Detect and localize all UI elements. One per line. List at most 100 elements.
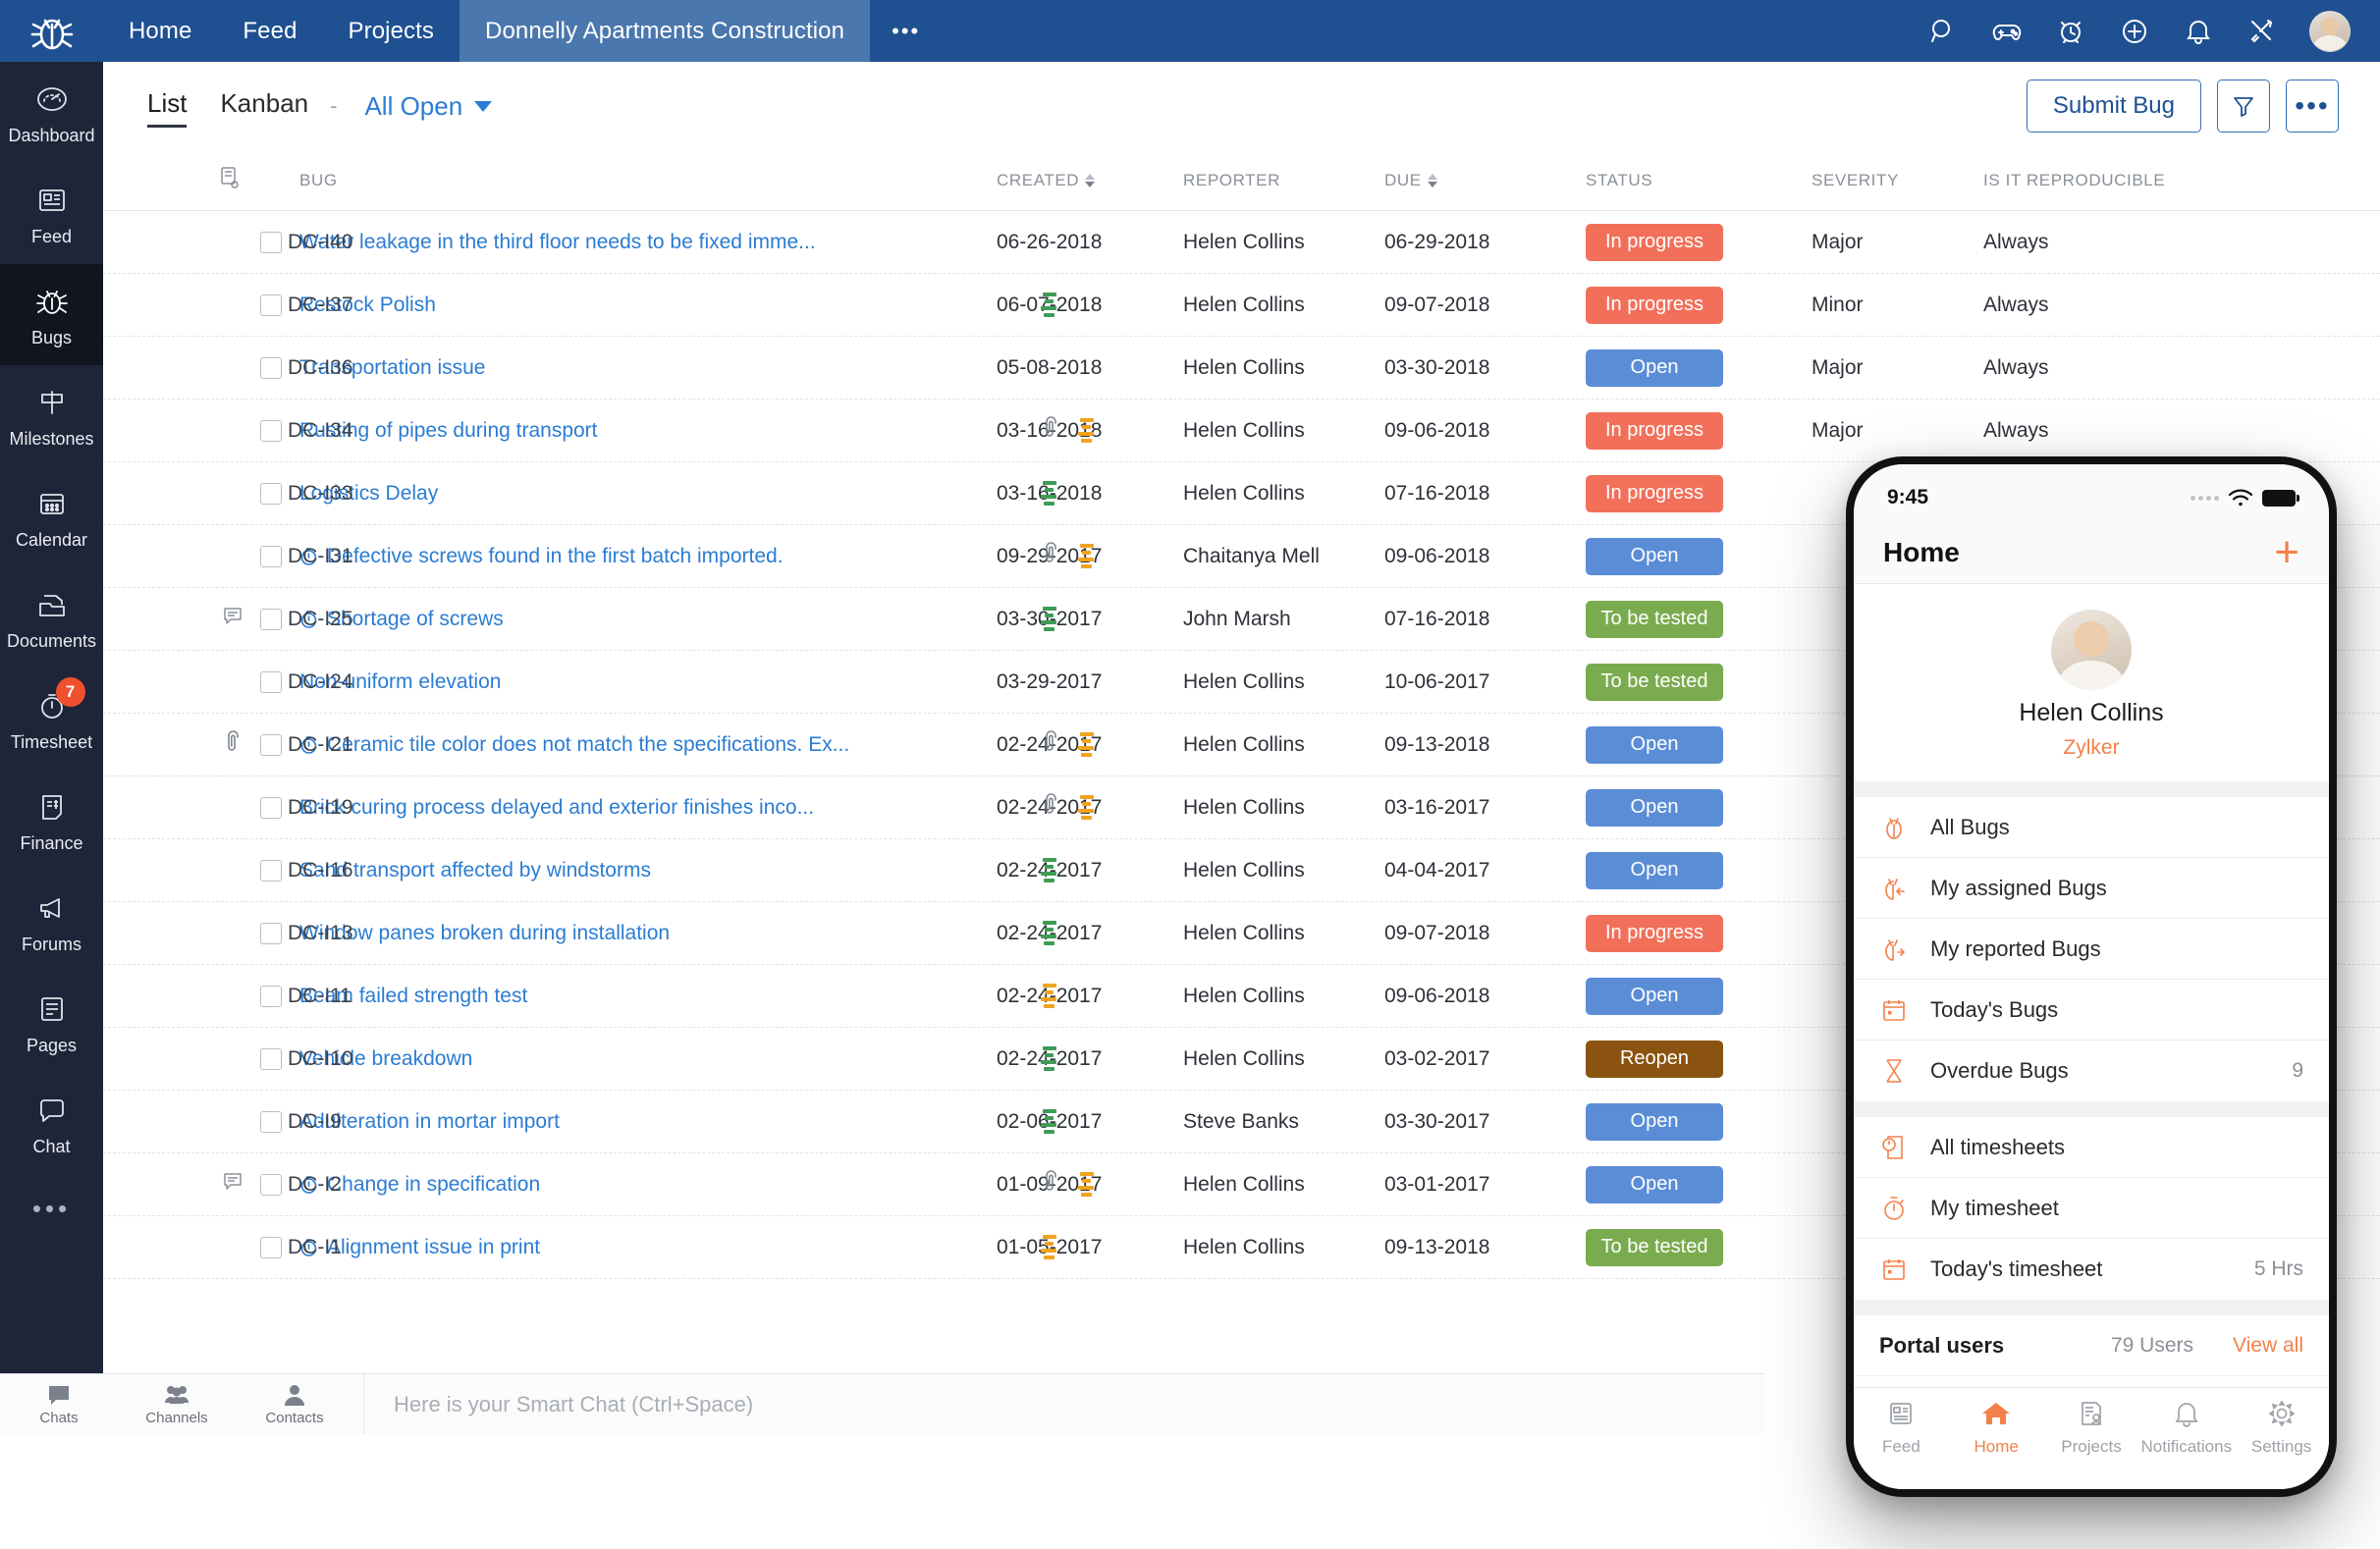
row-checkbox[interactable] <box>260 294 282 316</box>
list-item[interactable]: My timesheet <box>1854 1178 2329 1239</box>
tools-icon[interactable] <box>2245 15 2279 48</box>
tab-kanban[interactable]: Kanban <box>220 88 308 125</box>
sidebar-item-milestones[interactable]: Milestones <box>0 365 103 466</box>
table-row[interactable]: DC-I40 Water leakage in the third floor … <box>103 211 2380 274</box>
column-header-due[interactable]: DUE <box>1384 171 1586 190</box>
bug-title-link[interactable]: Window panes broken during installation <box>299 922 670 945</box>
status-badge[interactable]: In progress <box>1586 411 1723 450</box>
sidebar-item-bugs[interactable]: Bugs <box>0 264 103 365</box>
status-badge[interactable]: In progress <box>1586 286 1723 324</box>
topnav-item-home[interactable]: Home <box>103 0 217 62</box>
row-checkbox[interactable] <box>260 796 282 819</box>
row-checkbox[interactable] <box>260 1047 282 1070</box>
status-badge[interactable]: To be tested <box>1586 600 1723 638</box>
phone-tab-settings[interactable]: Settings <box>2234 1400 2329 1457</box>
chat-tile-channels[interactable]: Channels <box>118 1383 236 1426</box>
row-checkbox[interactable] <box>260 231 282 253</box>
row-checkbox[interactable] <box>260 1110 282 1133</box>
bug-title-link[interactable]: Water leakage in the third floor needs t… <box>299 231 816 254</box>
attachment-icon[interactable] <box>223 730 243 759</box>
portal-users-row[interactable]: Portal users 79 Users View all <box>1854 1315 2329 1376</box>
status-badge[interactable]: To be tested <box>1586 663 1723 701</box>
sidebar-more-icon[interactable]: ••• <box>0 1174 103 1243</box>
list-item[interactable]: All timesheets <box>1854 1117 2329 1178</box>
row-checkbox[interactable] <box>260 670 282 693</box>
status-badge[interactable]: Open <box>1586 977 1723 1015</box>
ellipsis-icon[interactable]: ••• <box>2286 80 2339 133</box>
portal-users-view-all[interactable]: View all <box>2233 1334 2303 1358</box>
tab-list[interactable]: List <box>147 88 188 128</box>
sidebar-item-calendar[interactable]: Calendar <box>0 466 103 567</box>
row-checkbox[interactable] <box>260 985 282 1007</box>
status-badge[interactable]: Open <box>1586 537 1723 575</box>
topnav-overflow-icon[interactable]: ••• <box>870 0 942 62</box>
row-checkbox[interactable] <box>260 1173 282 1196</box>
status-badge[interactable]: In progress <box>1586 223 1723 261</box>
chat-tile-chats[interactable]: Chats <box>0 1383 118 1426</box>
table-row[interactable]: DC-I37 Restock Polish 06-07-2018 Helen C… <box>103 274 2380 337</box>
status-badge[interactable]: Open <box>1586 1165 1723 1203</box>
funnel-icon[interactable] <box>2217 80 2270 133</box>
row-checkbox[interactable] <box>260 356 282 379</box>
phone-tab-notifications[interactable]: Notifications <box>2138 1400 2234 1457</box>
status-badge[interactable]: To be tested <box>1586 1228 1723 1266</box>
status-badge[interactable]: Open <box>1586 348 1723 387</box>
phone-tab-projects[interactable]: Projects <box>2044 1400 2139 1457</box>
bell-icon[interactable] <box>2182 15 2215 48</box>
list-item[interactable]: Today's timesheet 5 Hrs <box>1854 1239 2329 1300</box>
status-badge[interactable]: Open <box>1586 788 1723 827</box>
row-checkbox[interactable] <box>260 419 282 442</box>
list-item[interactable]: My assigned Bugs <box>1854 858 2329 919</box>
sidebar-item-chat[interactable]: Chat <box>0 1073 103 1174</box>
filter-select[interactable]: All Open <box>364 91 493 122</box>
sidebar-item-forums[interactable]: Forums <box>0 871 103 972</box>
sidebar-item-documents[interactable]: Documents <box>0 567 103 668</box>
column-header-reporter[interactable]: REPORTER <box>1183 171 1384 190</box>
phone-tab-feed[interactable]: Feed <box>1854 1400 1949 1457</box>
search-icon[interactable] <box>1926 15 1960 48</box>
row-checkbox[interactable] <box>260 482 282 505</box>
row-checkbox[interactable] <box>260 1236 282 1258</box>
status-badge[interactable]: Open <box>1586 851 1723 889</box>
select-columns-icon[interactable] <box>219 166 241 194</box>
list-item[interactable]: Today's Bugs <box>1854 980 2329 1041</box>
bug-title-link[interactable]: Shortage of screws <box>327 608 504 631</box>
bug-title-link[interactable]: Alignment issue in print <box>327 1236 540 1259</box>
status-badge[interactable]: Reopen <box>1586 1040 1723 1078</box>
list-item[interactable]: All Bugs <box>1854 797 2329 858</box>
sidebar-item-finance[interactable]: Finance <box>0 770 103 871</box>
sidebar-item-pages[interactable]: Pages <box>0 972 103 1073</box>
topnav-item-project-name[interactable]: Donnelly Apartments Construction <box>460 0 871 62</box>
avatar[interactable] <box>2309 10 2351 52</box>
sidebar-item-feed[interactable]: Feed <box>0 163 103 264</box>
row-checkbox[interactable] <box>260 545 282 567</box>
bug-logo-icon[interactable] <box>0 9 103 54</box>
bug-title-link[interactable]: Ceramic tile color does not match the sp… <box>327 733 849 757</box>
row-checkbox[interactable] <box>260 733 282 756</box>
column-header-status[interactable]: STATUS <box>1586 171 1812 190</box>
table-row[interactable]: DC-I34 Rusting of pipes during transport… <box>103 400 2380 462</box>
submit-bug-button[interactable]: Submit Bug <box>2026 80 2201 133</box>
phone-tab-home[interactable]: Home <box>1949 1400 2044 1457</box>
row-checkbox[interactable] <box>260 859 282 881</box>
table-row[interactable]: DC-I36 Transportation issue 05-08-2018 H… <box>103 337 2380 400</box>
status-badge[interactable]: Open <box>1586 725 1723 764</box>
alarm-clock-icon[interactable] <box>2054 15 2087 48</box>
status-badge[interactable]: In progress <box>1586 914 1723 952</box>
row-checkbox[interactable] <box>260 922 282 944</box>
bug-title-link[interactable]: Change in specification <box>327 1173 540 1197</box>
column-header-bug[interactable]: BUG <box>211 171 997 190</box>
chat-tile-contacts[interactable]: Contacts <box>236 1383 353 1426</box>
plus-circle-icon[interactable] <box>2118 15 2151 48</box>
sidebar-item-timesheet[interactable]: 7 Timesheet <box>0 668 103 770</box>
add-icon[interactable]: + <box>2274 530 2299 573</box>
bug-title-link[interactable]: Defective screws found in the first batc… <box>327 545 784 568</box>
topnav-item-feed[interactable]: Feed <box>217 0 322 62</box>
gamepad-icon[interactable] <box>1990 15 2024 48</box>
column-header-reproducible[interactable]: IS IT REPRODUCIBLE <box>1983 171 2278 190</box>
list-item[interactable]: My reported Bugs <box>1854 919 2329 980</box>
column-header-severity[interactable]: SEVERITY <box>1812 171 1983 190</box>
comment-icon[interactable] <box>223 1171 243 1198</box>
row-checkbox[interactable] <box>260 608 282 630</box>
bug-title-link[interactable]: Brick curing process delayed and exterio… <box>299 796 814 820</box>
